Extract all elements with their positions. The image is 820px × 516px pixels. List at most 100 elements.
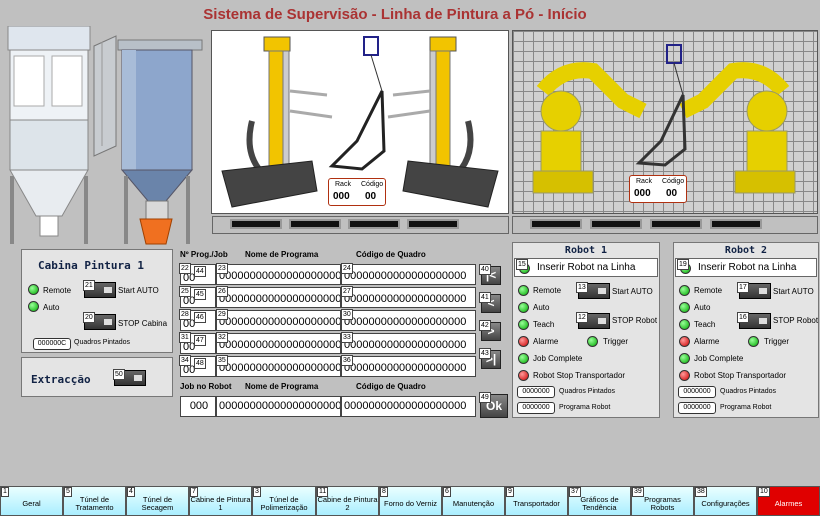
nav-num: 43 bbox=[479, 348, 491, 359]
nav-tab[interactable]: 38 Configurações bbox=[694, 486, 757, 516]
job-robot-field[interactable]: 000 bbox=[180, 396, 216, 417]
row-num: 48 bbox=[194, 358, 206, 369]
robot-codigo-header: Código de Quadro bbox=[356, 382, 426, 391]
code-label: Código bbox=[361, 181, 384, 188]
auto-led bbox=[518, 302, 529, 313]
teach-led bbox=[518, 319, 529, 330]
robot2-title: Robot 2 bbox=[724, 245, 768, 256]
start-label: Start AUTO bbox=[773, 287, 814, 296]
nav-tab[interactable]: 9 Transportador bbox=[505, 486, 568, 516]
alarme-led bbox=[518, 336, 529, 347]
robot1-insert-label: Inserir Robot na Linha bbox=[537, 262, 636, 273]
start-num: 17 bbox=[737, 282, 749, 293]
tab-num: 7 bbox=[190, 487, 198, 497]
tab-num: 8 bbox=[380, 487, 388, 497]
tab-num: 6 bbox=[443, 487, 451, 497]
remote-label: Remote bbox=[43, 286, 72, 295]
stop-label: STOP Robot bbox=[773, 316, 819, 325]
program-name-field[interactable]: 00000000000000000000 bbox=[216, 310, 341, 331]
nome-header: Nome de Programa bbox=[245, 250, 319, 259]
nav-num: 42 bbox=[479, 320, 491, 331]
program-name-field[interactable]: 00000000000000000000 bbox=[216, 264, 341, 285]
tab-num: 39 bbox=[632, 487, 644, 497]
nav-tab[interactable]: 4 Túnel de Secagem bbox=[126, 486, 189, 516]
robot-stop-led bbox=[518, 370, 529, 381]
auto-led bbox=[679, 302, 690, 313]
tab-label: Túnel de Polimerização bbox=[260, 495, 308, 512]
nav-tab[interactable]: 10 Alarmes bbox=[757, 486, 820, 516]
robot-frame-code-field[interactable]: 00000000000000000000 bbox=[341, 396, 476, 417]
frame-code-field[interactable]: 00000000000000000000 bbox=[341, 333, 476, 354]
robot2-panel: Robot 2 19 Inserir Robot na Linha Remote… bbox=[673, 242, 819, 418]
teach-label: Teach bbox=[694, 320, 716, 329]
tab-num: 37 bbox=[569, 487, 581, 497]
nav-tab[interactable]: 39 Programas Robots bbox=[631, 486, 694, 516]
tab-label: Gráficos de Tendência bbox=[580, 495, 619, 512]
row-num: 44 bbox=[194, 266, 206, 277]
job-complete-led bbox=[518, 353, 529, 364]
nav-tab[interactable]: 11 Cabine de Pintura 2 bbox=[316, 486, 379, 516]
trigger-led bbox=[587, 336, 598, 347]
program-name-field[interactable]: 00000000000000000000 bbox=[216, 356, 341, 377]
alarme-led bbox=[679, 336, 690, 347]
rack-value: 000 bbox=[333, 191, 350, 202]
auto-led bbox=[28, 301, 39, 312]
frame-code-field[interactable]: 00000000000000000000 bbox=[341, 356, 476, 377]
start-label: Start AUTO bbox=[612, 287, 653, 296]
rack-label: Rack bbox=[335, 181, 351, 188]
cabina-title: Cabina Pintura 1 bbox=[38, 259, 144, 272]
row-num: 33 bbox=[341, 332, 353, 343]
robot-program-name-field[interactable]: 00000000000000000000 bbox=[216, 396, 341, 417]
row-num: 31 bbox=[179, 332, 191, 343]
job-complete-label: Job Complete bbox=[533, 354, 583, 363]
prog-job-header: Nº Prog./Job bbox=[180, 250, 228, 259]
tab-num: 5 bbox=[64, 487, 72, 497]
row-num: 29 bbox=[216, 309, 228, 320]
robot-nome-header: Nome de Programa bbox=[245, 382, 319, 391]
nav-num: 41 bbox=[479, 292, 491, 303]
row-num: 47 bbox=[194, 335, 206, 346]
trigger-label: Trigger bbox=[764, 337, 790, 346]
nav-tab[interactable]: 37 Gráficos de Tendência bbox=[568, 486, 631, 516]
conveyor-strip bbox=[212, 216, 509, 234]
job-complete-led bbox=[679, 353, 690, 364]
tab-label: Geral bbox=[22, 499, 41, 508]
frame-code-field[interactable]: 00000000000000000000 bbox=[341, 310, 476, 331]
frame-code-field[interactable]: 00000000000000000000 bbox=[341, 287, 476, 308]
paint-booth-view: Rack Código 000 00 bbox=[211, 30, 509, 214]
quadros-counter: 0000000 bbox=[678, 386, 716, 398]
tab-label: Túnel de Secagem bbox=[141, 495, 174, 512]
row-num: 25 bbox=[179, 286, 191, 297]
rack-value: 000 bbox=[634, 188, 651, 199]
nav-tab[interactable]: 5 Túnel de Tratamento bbox=[63, 486, 126, 516]
row-num: 26 bbox=[216, 286, 228, 297]
nav-tab[interactable]: 8 Forno do Verniz bbox=[379, 486, 442, 516]
program-name-field[interactable]: 00000000000000000000 bbox=[216, 287, 341, 308]
extraccao-num: 50 bbox=[113, 369, 125, 380]
nav-num: 40 bbox=[479, 264, 491, 275]
frame-code-field[interactable]: 00000000000000000000 bbox=[341, 264, 476, 285]
start-num: 13 bbox=[576, 282, 588, 293]
ok-num: 49 bbox=[479, 392, 491, 403]
powder-plant-illustration bbox=[7, 26, 203, 245]
robot2-insert-num: 19 bbox=[677, 259, 689, 270]
quadros-label: Quadros Pintados bbox=[720, 388, 777, 395]
job-robot-header: Job no Robot bbox=[180, 382, 232, 391]
start-auto-label: Start AUTO bbox=[118, 286, 159, 295]
nav-tab[interactable]: 6 Manutenção bbox=[442, 486, 505, 516]
tab-label: Cabine de Pintura 2 bbox=[317, 495, 378, 512]
row-num: 23 bbox=[216, 263, 228, 274]
tab-num: 1 bbox=[1, 487, 9, 497]
nav-tab[interactable]: 1 Geral bbox=[0, 486, 63, 516]
page-title: Sistema de Supervisão - Linha de Pintura… bbox=[203, 6, 587, 23]
nav-tab[interactable]: 3 Túnel de Polimerização bbox=[252, 486, 316, 516]
quadros-counter: 000000C bbox=[33, 338, 71, 350]
tab-label: Manutenção bbox=[452, 499, 495, 508]
row-num: 30 bbox=[341, 309, 353, 320]
program-name-field[interactable]: 00000000000000000000 bbox=[216, 333, 341, 354]
robot1-insert-num: 15 bbox=[516, 259, 528, 270]
tab-num: 3 bbox=[253, 487, 261, 497]
tab-label: Programas Robots bbox=[644, 495, 681, 512]
nav-tab[interactable]: 7 Cabine de Pintura 1 bbox=[189, 486, 252, 516]
teach-label: Teach bbox=[533, 320, 555, 329]
